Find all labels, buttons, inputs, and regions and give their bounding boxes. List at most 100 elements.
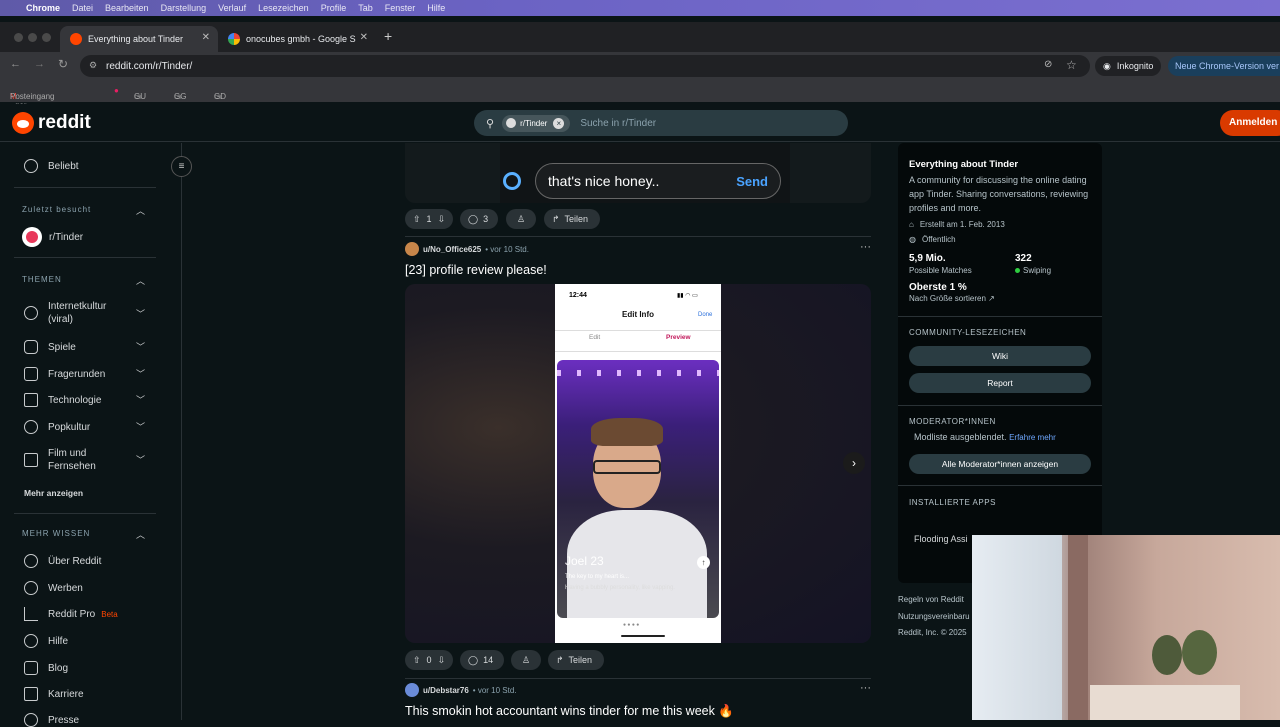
- nav-popkultur[interactable]: Popkultur: [24, 420, 90, 434]
- post-author[interactable]: u/Debstar76: [423, 686, 469, 695]
- vote-box[interactable]: ⇧ 0 ⇩: [405, 650, 453, 670]
- chevron-up-icon[interactable]: ︿: [136, 204, 145, 217]
- tab-reddit[interactable]: Everything about Tinder ✕: [60, 26, 218, 52]
- close-tab-icon[interactable]: ✕: [360, 32, 368, 43]
- share-button[interactable]: ↱ Teilen: [548, 650, 604, 670]
- reddit-favicon-icon: [70, 33, 82, 45]
- nav-spiele[interactable]: Spiele: [24, 340, 76, 354]
- menu-bearbeiten[interactable]: Bearbeiten: [105, 3, 149, 13]
- chevron-down-icon[interactable]: ﹀: [136, 340, 145, 353]
- user-avatar[interactable]: [405, 683, 419, 697]
- downvote-icon[interactable]: ⇩: [438, 655, 446, 666]
- menu-datei[interactable]: Datei: [72, 3, 93, 13]
- menu-verlauf[interactable]: Verlauf: [218, 3, 246, 13]
- post-media-previous[interactable]: that's nice honey.. Send: [405, 143, 871, 203]
- menu-tab[interactable]: Tab: [358, 3, 373, 13]
- reddit-logo[interactable]: reddit: [12, 112, 91, 134]
- window-zoom-button[interactable]: [42, 33, 51, 42]
- vote-box[interactable]: ⇧ 1 ⇩: [405, 209, 453, 229]
- chevron-down-icon[interactable]: ﹀: [136, 453, 145, 466]
- beta-badge: Beta: [101, 609, 118, 619]
- chevron-up-icon[interactable]: ︿: [136, 528, 145, 541]
- menu-darstellung[interactable]: Darstellung: [161, 3, 207, 13]
- nav-internetkultur[interactable]: Internetkultur (viral): [24, 300, 118, 326]
- menu-fenster[interactable]: Fenster: [385, 3, 416, 13]
- show-more-link[interactable]: Mehr anzeigen: [24, 488, 83, 498]
- nav-hilfe[interactable]: Hilfe: [24, 634, 68, 648]
- upvote-icon[interactable]: ⇧: [413, 655, 421, 666]
- site-info-icon[interactable]: ⚙: [89, 60, 97, 71]
- wiki-button[interactable]: Wiki: [909, 346, 1091, 366]
- eye-off-icon[interactable]: ⊘: [1044, 59, 1052, 70]
- new-tab-button[interactable]: +: [384, 28, 392, 44]
- nav-technologie[interactable]: Technologie: [24, 393, 101, 407]
- rank-sort-link[interactable]: Nach Größe sortieren ↗: [909, 294, 995, 303]
- nav-beliebt[interactable]: Beliebt: [24, 159, 79, 173]
- view-all-mods-button[interactable]: Alle Moderator*innen anzeigen: [909, 454, 1091, 474]
- more-options-icon[interactable]: ···: [860, 682, 871, 694]
- nav-reddit-pro[interactable]: Reddit Pro Beta: [24, 607, 118, 621]
- back-icon[interactable]: ←: [10, 58, 21, 70]
- award-button[interactable]: ♙: [506, 209, 536, 229]
- next-image-button[interactable]: ›: [843, 452, 865, 474]
- menu-lesezeichen[interactable]: Lesezeichen: [258, 3, 309, 13]
- chevron-down-icon[interactable]: ﹀: [136, 420, 145, 433]
- login-button[interactable]: Anmelden: [1220, 110, 1280, 136]
- window-close-button[interactable]: [14, 33, 23, 42]
- nav-film[interactable]: Film und Fernsehen: [24, 447, 118, 473]
- chevron-down-icon[interactable]: ﹀: [136, 367, 145, 380]
- report-button[interactable]: Report: [909, 373, 1091, 393]
- menu-hilfe[interactable]: Hilfe: [427, 3, 445, 13]
- clear-chip-icon[interactable]: ×: [553, 117, 565, 129]
- nav-fragerunden[interactable]: Fragerunden: [24, 367, 105, 381]
- trending-icon: [24, 159, 38, 173]
- chevron-down-icon[interactable]: ﹀: [136, 393, 145, 406]
- learn-more-link[interactable]: Erfahre mehr: [1009, 433, 1056, 442]
- installed-app-item[interactable]: Flooding Assi: [914, 534, 968, 544]
- webcam-overlay: [972, 535, 1280, 720]
- subreddit-filter-chip[interactable]: r/Tinder ×: [502, 114, 571, 132]
- incognito-badge[interactable]: ◉ Inkognito: [1095, 56, 1162, 76]
- chrome-update-button[interactable]: Neue Chrome-Version ver: [1168, 56, 1280, 76]
- megaphone-icon: [24, 581, 38, 595]
- comments-button[interactable]: ◯ 3: [460, 209, 498, 229]
- nav-blog[interactable]: Blog: [24, 661, 68, 675]
- user-avatar[interactable]: [405, 242, 419, 256]
- post-author[interactable]: u/No_Office625: [423, 245, 481, 254]
- globe-icon: ◍: [909, 235, 916, 244]
- chevron-down-icon[interactable]: ﹀: [136, 307, 145, 320]
- bar-chart-icon: [24, 607, 38, 621]
- nav-ueber-reddit[interactable]: Über Reddit: [24, 554, 101, 568]
- post-title[interactable]: [23] profile review please!: [405, 263, 547, 277]
- forward-icon[interactable]: →: [34, 58, 45, 70]
- chevron-up-icon[interactable]: ︿: [136, 274, 145, 287]
- downvote-icon[interactable]: ⇩: [438, 214, 446, 225]
- nav-werben[interactable]: Werben: [24, 581, 83, 595]
- collapse-nav-button[interactable]: ≡: [171, 156, 192, 177]
- nav-label: Internetkultur (viral): [48, 301, 107, 325]
- share-button[interactable]: ↱ Teilen: [544, 209, 600, 229]
- comments-button[interactable]: ◯ 14: [460, 650, 504, 670]
- nav-presse[interactable]: Presse: [24, 713, 79, 727]
- reload-icon[interactable]: ↻: [58, 57, 68, 71]
- bookmark-dot-icon[interactable]: ●: [114, 86, 119, 95]
- window-minimize-button[interactable]: [28, 33, 37, 42]
- more-options-icon[interactable]: ···: [860, 241, 871, 253]
- search-bar[interactable]: ⚲ r/Tinder × Suche in r/Tinder: [474, 110, 848, 136]
- footer-terms-link[interactable]: Nutzungsvereinbaru: [898, 612, 970, 621]
- address-bar[interactable]: ⚙ reddit.com/r/Tinder/ ⊘ ☆: [80, 55, 1090, 77]
- award-button[interactable]: ♙: [511, 650, 541, 670]
- share-icon: ↱: [552, 213, 560, 224]
- tab-google[interactable]: onocubes gmbh - Google Su ✕: [218, 26, 376, 52]
- post-title[interactable]: This smokin hot accountant wins tinder f…: [405, 704, 734, 719]
- close-tab-icon[interactable]: ✕: [202, 32, 210, 43]
- post-media[interactable]: 12:44 ▮▮ ◠ ▭ Edit Info Done Edit Preview…: [405, 284, 871, 643]
- bookmark-star-icon[interactable]: ☆: [1066, 58, 1077, 72]
- footer-rules-link[interactable]: Regeln von Reddit: [898, 595, 964, 604]
- upvote-icon[interactable]: ⇧: [413, 214, 421, 225]
- menu-chrome[interactable]: Chrome: [26, 3, 60, 13]
- macos-menubar: Chrome Datei Bearbeiten Darstellung Verl…: [0, 0, 1280, 16]
- nav-r-tinder[interactable]: r/Tinder: [22, 227, 83, 247]
- menu-profile[interactable]: Profile: [321, 3, 347, 13]
- nav-karriere[interactable]: Karriere: [24, 687, 84, 701]
